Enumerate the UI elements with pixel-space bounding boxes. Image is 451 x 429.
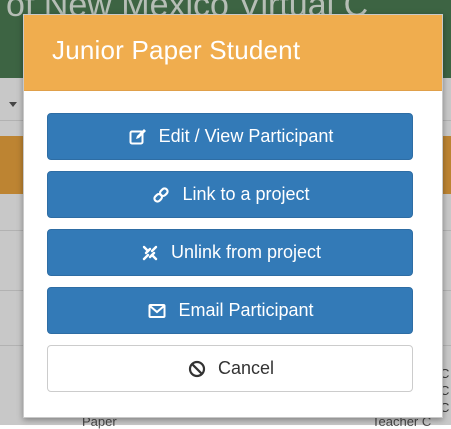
ban-icon: [186, 359, 208, 379]
button-label: Unlink from project: [170, 242, 322, 262]
modal-title: Junior Paper Student: [52, 35, 301, 65]
unlink-icon: [139, 243, 161, 263]
email-participant-button[interactable]: Email Participant: [47, 287, 413, 334]
button-label: Link to a project: [182, 184, 310, 204]
unlink-from-project-button[interactable]: Unlink from project: [47, 229, 413, 276]
edit-view-participant-button[interactable]: Edit / View Participant: [47, 113, 413, 160]
participant-actions-modal: Junior Paper Student Edit / View Partici…: [23, 14, 443, 418]
edit-icon: [127, 127, 149, 147]
button-label: Email Participant: [178, 300, 314, 320]
envelope-icon: [146, 301, 168, 321]
link-icon: [150, 185, 172, 205]
button-label: Edit / View Participant: [158, 126, 334, 146]
link-to-project-button[interactable]: Link to a project: [47, 171, 413, 218]
button-label: Cancel: [217, 358, 275, 378]
modal-header: Junior Paper Student: [24, 15, 442, 91]
cancel-button[interactable]: Cancel: [47, 345, 413, 392]
